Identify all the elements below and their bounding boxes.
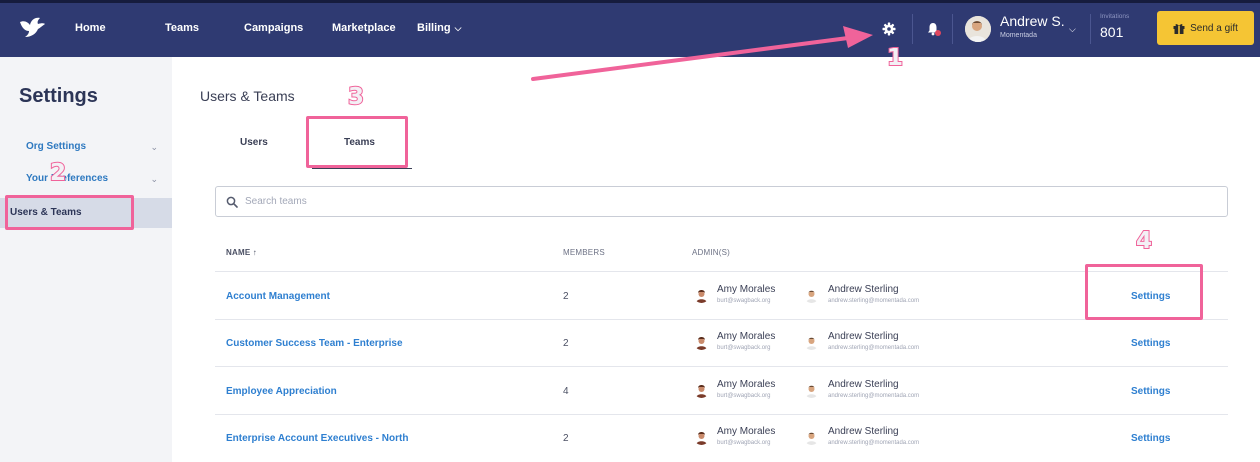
bell-icon[interactable] [926,21,942,37]
annotation-highlight-settings-link [1085,264,1203,320]
admin-avatar [804,430,819,445]
annotation-highlight-users-teams [5,195,134,230]
bird-logo-icon[interactable] [18,16,46,40]
admin-name: Amy Morales [717,331,776,342]
team-settings-link[interactable]: Settings [1131,338,1170,349]
send-gift-button[interactable]: Send a gift [1157,11,1254,45]
gift-icon [1173,23,1185,34]
divider [1090,14,1091,44]
chevron-down-icon: ⌄ [150,142,158,152]
search-box[interactable] [215,186,1228,217]
members-count: 4 [563,386,569,397]
user-name[interactable]: Andrew S. [1000,13,1065,29]
admin-email: andrew.sterling@momentada.com [828,440,920,446]
admin-name: Amy Morales [717,426,776,437]
admin-email: burt@swagback.org [717,393,771,399]
chevron-down-icon: ⌄ [150,174,158,184]
admin-email: andrew.sterling@momentada.com [828,345,920,351]
nav-campaigns[interactable]: Campaigns [244,22,303,34]
admin-avatar [694,383,709,398]
column-header-admins: ADMIN(S) [692,248,731,257]
admin-email: andrew.sterling@momentada.com [828,393,920,399]
members-count: 2 [563,433,569,444]
sidebar-item-label: Org Settings [26,141,87,152]
team-name-link[interactable]: Customer Success Team - Enterprise [226,338,403,349]
team-name-link[interactable]: Enterprise Account Executives - North [226,433,408,444]
admin-email: burt@swagback.org [717,440,771,446]
members-count: 2 [563,291,569,302]
sidebar-item-org-settings[interactable]: Org Settings ⌄ [0,134,172,160]
top-nav-bar: Home Teams Campaigns Marketplace Billing… [0,0,1260,57]
team-settings-link[interactable]: Settings [1131,386,1170,397]
sidebar-item-label: Your Preferences [26,173,109,184]
annotation-step-1: 1 [886,44,904,72]
search-input[interactable] [245,187,1205,216]
nav-billing[interactable]: Billing ⌵ [417,22,461,34]
chevron-down-icon: ⌵ [454,23,462,33]
row-divider [215,319,1228,320]
annotation-highlight-teams-tab [306,116,408,168]
admin-email: andrew.sterling@momentada.com [828,298,920,304]
admin-avatar [804,288,819,303]
team-name-link[interactable]: Employee Appreciation [226,386,337,397]
column-header-name[interactable]: NAME ↑ [226,248,257,257]
user-org: Momentada [1000,32,1037,39]
send-gift-label: Send a gift [1190,22,1238,34]
nav-home[interactable]: Home [75,22,106,34]
tab-users[interactable]: Users [240,137,268,148]
nav-teams[interactable]: Teams [165,22,199,34]
annotation-step-4: 4 [1135,227,1153,255]
admin-avatar [694,335,709,350]
team-name-link[interactable]: Account Management [226,291,330,302]
row-divider [215,414,1228,415]
annotation-step-2: 2 [49,159,67,187]
page-title: Users & Teams [200,88,295,104]
annotation-step-3: 3 [347,83,365,111]
members-count: 2 [563,338,569,349]
admin-name: Amy Morales [717,379,776,390]
gear-icon[interactable] [882,22,896,36]
admin-avatar [694,430,709,445]
column-header-members: MEMBERS [563,248,605,257]
admin-name: Andrew Sterling [828,284,899,295]
admin-avatar [804,335,819,350]
nav-billing-label: Billing [417,22,451,34]
settings-sidebar: Settings Org Settings ⌄ Your Preferences… [0,57,172,462]
user-avatar[interactable] [965,16,991,42]
nav-marketplace[interactable]: Marketplace [332,22,396,34]
chevron-down-icon[interactable]: ⌵ [1069,24,1076,35]
divider [952,14,953,44]
divider [912,14,913,44]
admin-name: Andrew Sterling [828,331,899,342]
admin-name: Andrew Sterling [828,379,899,390]
admin-name: Amy Morales [717,284,776,295]
search-icon [226,196,238,208]
row-divider [215,366,1228,367]
sidebar-item-your-preferences[interactable]: Your Preferences ⌄ [0,166,172,192]
admin-avatar [694,288,709,303]
admin-email: burt@swagback.org [717,345,771,351]
admin-name: Andrew Sterling [828,426,899,437]
sidebar-title: Settings [19,85,98,107]
admin-avatar [804,383,819,398]
admin-email: burt@swagback.org [717,298,771,304]
invitations-count: 801 [1100,24,1124,40]
row-divider [215,271,1228,272]
team-settings-link[interactable]: Settings [1131,433,1170,444]
active-tab-indicator [312,168,412,169]
invitations-label: Invitations [1100,13,1130,20]
